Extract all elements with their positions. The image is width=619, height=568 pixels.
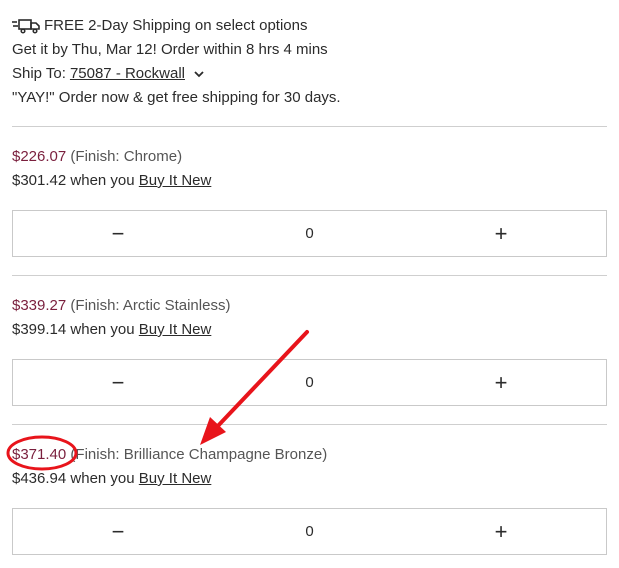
decrement-button[interactable]: − xyxy=(13,519,223,545)
offer-price-row: $371.40 (Finish: Brilliance Champagne Br… xyxy=(12,443,607,467)
buy-it-new-link[interactable]: Buy It New xyxy=(139,321,212,338)
new-price-row: $301.42 when you Buy It New xyxy=(12,169,607,193)
quantity-value[interactable]: 0 xyxy=(225,225,395,242)
offer-panel: FREE 2-Day Shipping on select options Ge… xyxy=(12,0,607,555)
chevron-down-icon[interactable] xyxy=(193,68,205,80)
quantity-stepper: − 0 + xyxy=(12,210,607,257)
delivery-estimate: Get it by Thu, Mar 12! Order within 8 hr… xyxy=(12,41,328,58)
decrement-button[interactable]: − xyxy=(13,221,223,247)
quantity-value[interactable]: 0 xyxy=(225,374,395,391)
ship-to-label: Ship To: xyxy=(12,65,66,82)
offer-arctic-stainless: $339.27 (Finish: Arctic Stainless) $399.… xyxy=(12,276,607,406)
when-text: when you xyxy=(70,321,135,338)
finish-label: (Finish: Arctic Stainless) xyxy=(70,297,231,314)
open-box-price: $339.27 xyxy=(12,297,67,314)
quantity-stepper: − 0 + xyxy=(12,359,607,406)
open-box-price: $371.40 xyxy=(12,446,67,463)
free-shipping-text: FREE 2-Day Shipping on select options xyxy=(44,17,308,34)
fast-shipping-truck-icon xyxy=(12,19,40,34)
buy-it-new-link[interactable]: Buy It New xyxy=(139,470,212,487)
increment-button[interactable]: + xyxy=(396,221,606,247)
quantity-value[interactable]: 0 xyxy=(225,523,395,540)
quantity-stepper: − 0 + xyxy=(12,508,607,555)
buy-it-new-link[interactable]: Buy It New xyxy=(139,172,212,189)
new-price: $301.42 xyxy=(12,172,67,189)
free-shipping-line: FREE 2-Day Shipping on select options xyxy=(12,14,607,38)
decrement-button[interactable]: − xyxy=(13,370,223,396)
when-text: when you xyxy=(70,470,135,487)
new-price-row: $436.94 when you Buy It New xyxy=(12,467,607,491)
offer-price-row: $339.27 (Finish: Arctic Stainless) xyxy=(12,294,607,318)
finish-label: (Finish: Brilliance Champagne Bronze) xyxy=(70,446,328,463)
new-price: $399.14 xyxy=(12,321,67,338)
ship-to-row: Ship To: 75087 - Rockwall xyxy=(12,62,607,86)
new-price-row: $399.14 when you Buy It New xyxy=(12,318,607,342)
free-shipping-promo: "YAY!" Order now & get free shipping for… xyxy=(12,89,341,106)
when-text: when you xyxy=(70,172,135,189)
increment-button[interactable]: + xyxy=(396,519,606,545)
new-price: $436.94 xyxy=(12,470,67,487)
offer-price-row: $226.07 (Finish: Chrome) xyxy=(12,145,607,169)
increment-button[interactable]: + xyxy=(396,370,606,396)
offer-champagne-bronze: $371.40 (Finish: Brilliance Champagne Br… xyxy=(12,425,607,555)
ship-to-location-link[interactable]: 75087 - Rockwall xyxy=(70,62,185,86)
open-box-price: $226.07 xyxy=(12,148,67,165)
finish-label: (Finish: Chrome) xyxy=(70,148,183,165)
offer-chrome: $226.07 (Finish: Chrome) $301.42 when yo… xyxy=(12,127,607,257)
